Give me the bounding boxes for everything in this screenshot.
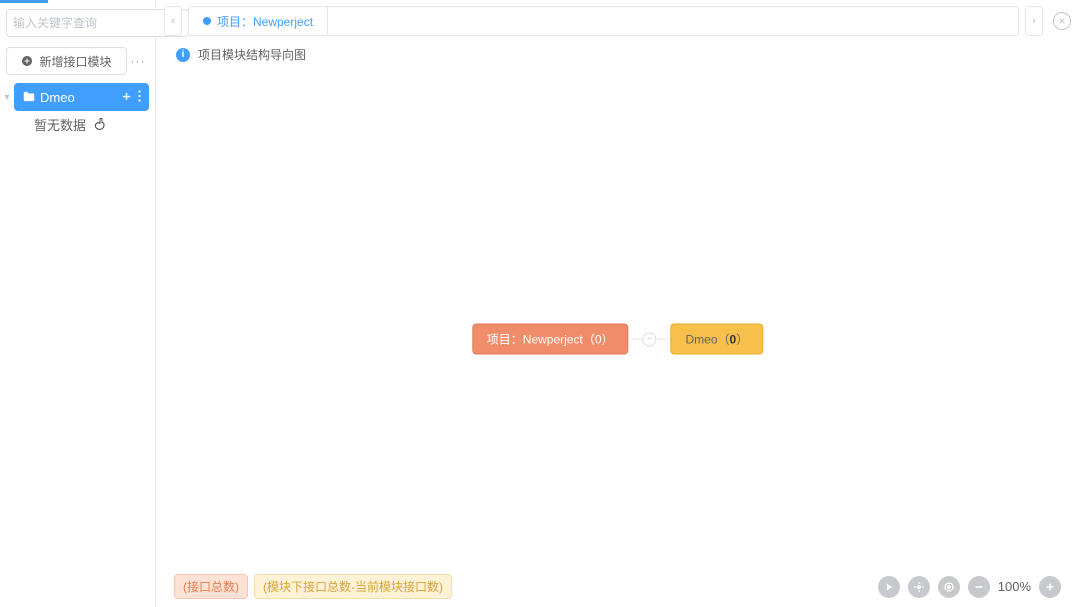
main-panel: 项目：Newperject i 项目模块结构导向图 项目：Newperject（… [156, 0, 1079, 607]
subheader-title: 项目模块结构导向图 [198, 46, 306, 63]
zoom-in-button[interactable] [1039, 576, 1061, 598]
more-button[interactable]: ··· [127, 47, 149, 75]
connector-minus-icon[interactable]: − [642, 332, 656, 346]
tab-prev-button[interactable] [164, 6, 182, 36]
folder-icon [22, 90, 36, 104]
play-button[interactable] [878, 576, 900, 598]
caret-down-icon[interactable]: ▾ [0, 92, 14, 103]
tab-next-button[interactable] [1025, 6, 1043, 36]
tree-empty-label: 暂无数据 [0, 111, 155, 137]
zoom-controls: 100% [878, 576, 1061, 598]
add-module-label: 新增接口模块 [39, 53, 111, 70]
tree-more-icon[interactable] [138, 90, 141, 105]
tree-node-label: Dmeo [40, 90, 75, 105]
tab-label: 项目：Newperject [217, 13, 313, 30]
diagram-canvas[interactable]: 项目：Newperject（0） − Dmeo（0） (接口总数) (模块下接口… [156, 71, 1079, 607]
add-module-button[interactable]: 新增接口模块 [6, 47, 127, 75]
search-input[interactable] [13, 16, 168, 30]
sidebar: — 新增接口模块 ··· ▾ Dmeo [0, 0, 156, 607]
close-all-tabs-button[interactable] [1053, 12, 1071, 30]
diagram-child-node[interactable]: Dmeo（0） [670, 324, 763, 355]
tree-node-dmeo[interactable]: Dmeo [14, 83, 149, 111]
canvas-footer: (接口总数) (模块下接口总数-当前模块接口数) [156, 574, 1079, 599]
cursor-hand-icon [94, 115, 110, 136]
legend-module: (模块下接口总数-当前模块接口数) [254, 574, 452, 599]
subheader: i 项目模块结构导向图 [156, 38, 1079, 71]
plus-circle-icon [21, 55, 33, 67]
center-button[interactable] [908, 576, 930, 598]
zoom-value: 100% [998, 579, 1031, 594]
tree-add-icon[interactable] [121, 90, 132, 105]
tab-dot-icon [203, 17, 211, 25]
fit-button[interactable] [938, 576, 960, 598]
tab-project[interactable]: 项目：Newperject [189, 7, 328, 35]
diagram-connector: − [632, 332, 666, 346]
diagram-root-node[interactable]: 项目：Newperject（0） [472, 324, 629, 355]
module-tree: ▾ Dmeo 暂无数据 [0, 83, 155, 137]
info-icon: i [176, 48, 190, 62]
tab-bar: 项目：Newperject [156, 0, 1079, 38]
diagram: 项目：Newperject（0） − Dmeo（0） [472, 324, 763, 355]
tab-strip: 项目：Newperject [188, 6, 1019, 36]
legend-total: (接口总数) [174, 574, 248, 599]
zoom-out-button[interactable] [968, 576, 990, 598]
